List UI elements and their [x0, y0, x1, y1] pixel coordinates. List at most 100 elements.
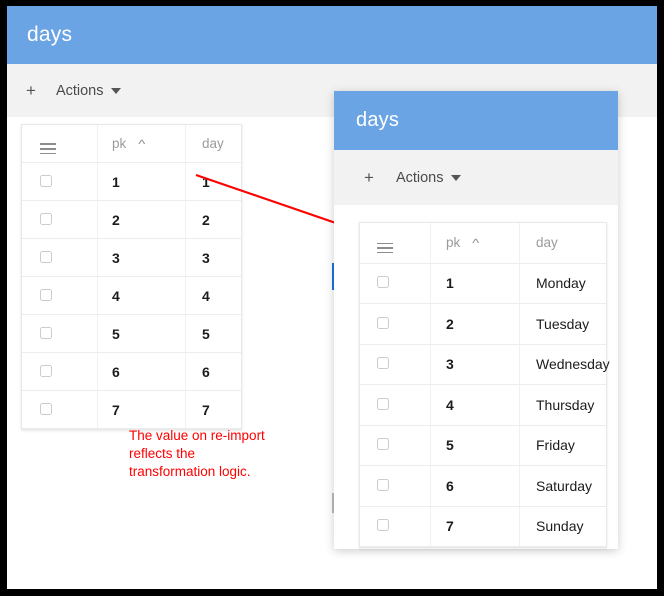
row-select-cell[interactable] — [22, 162, 98, 201]
row-select-cell[interactable] — [22, 390, 98, 429]
front-add-record-button[interactable]: + — [334, 169, 390, 186]
front-header-row: pk ^ day — [360, 223, 606, 264]
row-checkbox[interactable] — [377, 357, 389, 370]
cell-pk[interactable]: 5 — [430, 425, 520, 466]
row-checkbox[interactable] — [40, 402, 52, 415]
row-checkbox[interactable] — [40, 250, 52, 263]
cell-day[interactable]: Monday — [519, 263, 606, 304]
table-row[interactable]: 5 Friday — [360, 425, 606, 466]
front-grid-head: pk ^ day — [360, 223, 606, 264]
sort-asc-icon[interactable]: ^ — [472, 236, 479, 250]
row-select-cell[interactable] — [22, 352, 98, 391]
cell-day[interactable]: 6 — [185, 352, 241, 391]
row-select-cell[interactable] — [360, 506, 431, 547]
row-select-cell[interactable] — [22, 314, 98, 353]
table-row[interactable]: 66 — [22, 352, 241, 391]
row-checkbox[interactable] — [40, 364, 52, 377]
cell-pk[interactable]: 4 — [97, 276, 186, 315]
row-checkbox[interactable] — [377, 438, 389, 451]
actions-menu-button[interactable]: Actions — [50, 83, 127, 99]
row-select-cell[interactable] — [360, 263, 431, 304]
cell-day[interactable]: Friday — [519, 425, 606, 466]
row-checkbox[interactable] — [377, 478, 389, 491]
cell-day[interactable]: 1 — [185, 162, 241, 201]
cell-pk[interactable]: 5 — [97, 314, 186, 353]
cell-pk[interactable]: 6 — [97, 352, 186, 391]
row-select-cell[interactable] — [360, 465, 431, 507]
front-actions-menu-button[interactable]: Actions — [390, 170, 467, 186]
row-select-cell[interactable] — [22, 276, 98, 315]
row-checkbox[interactable] — [40, 326, 52, 339]
cell-day[interactable]: 3 — [185, 238, 241, 277]
front-column-label-pk: pk — [446, 235, 461, 251]
back-column-header-pk[interactable]: pk ^ — [97, 125, 186, 163]
cell-pk[interactable]: 1 — [430, 263, 520, 304]
front-data-grid: pk ^ day 1 Monday 2 Tuesday 3 Wednesday 4 Thurs… — [359, 222, 610, 548]
front-column-header-day[interactable]: day — [519, 223, 606, 264]
row-checkbox[interactable] — [377, 316, 389, 329]
cell-day[interactable]: Tuesday — [519, 303, 606, 345]
row-select-cell[interactable] — [22, 238, 98, 277]
table-row[interactable]: 55 — [22, 314, 241, 353]
add-record-button[interactable]: + — [7, 82, 50, 99]
cell-pk[interactable]: 7 — [430, 506, 520, 547]
table-row[interactable]: 44 — [22, 276, 241, 315]
back-column-header-day[interactable]: day — [185, 125, 241, 163]
row-select-cell[interactable] — [360, 303, 431, 345]
row-checkbox[interactable] — [40, 288, 52, 301]
chevron-down-icon — [450, 174, 461, 181]
row-checkbox[interactable] — [40, 174, 52, 187]
table-row[interactable]: 3 Wednesday — [360, 344, 610, 385]
actions-menu-label: Actions — [55, 82, 104, 99]
back-data-grid: pk ^ day 11223344556677 — [21, 124, 242, 430]
chevron-down-icon — [110, 87, 121, 94]
front-window-toolbar: + Actions — [334, 150, 618, 205]
table-row[interactable]: 77 — [22, 390, 241, 429]
row-checkbox[interactable] — [377, 519, 389, 532]
cell-day[interactable]: 4 — [185, 276, 241, 315]
front-grid-body: 1 Monday 2 Tuesday 3 Wednesday 4 Thursday 5 Frida… — [360, 263, 610, 547]
hamburger-menu-icon[interactable] — [377, 242, 393, 254]
cell-day[interactable]: 5 — [185, 314, 241, 353]
row-select-cell[interactable] — [360, 344, 431, 385]
table-row[interactable]: 7 Sunday — [360, 506, 606, 547]
cell-day[interactable]: 7 — [185, 390, 241, 429]
back-grid-menu-cell[interactable] — [22, 125, 98, 163]
table-row[interactable]: 1 Monday — [360, 263, 606, 304]
sort-asc-icon[interactable]: ^ — [138, 137, 145, 151]
table-row[interactable]: 22 — [22, 200, 241, 239]
cell-day[interactable]: Sunday — [519, 506, 606, 547]
row-select-cell[interactable] — [360, 425, 431, 466]
row-select-cell[interactable] — [22, 200, 98, 239]
row-checkbox[interactable] — [40, 212, 52, 225]
front-grid-menu-cell[interactable] — [360, 223, 431, 264]
row-select-cell[interactable] — [360, 384, 431, 426]
cell-pk[interactable]: 1 — [97, 162, 186, 201]
cell-pk[interactable]: 2 — [97, 200, 186, 239]
hamburger-menu-icon[interactable] — [40, 143, 56, 155]
table-row[interactable]: 33 — [22, 238, 241, 277]
cell-pk[interactable]: 7 — [97, 390, 186, 429]
cell-pk[interactable]: 3 — [97, 238, 186, 277]
back-grid-body: 11223344556677 — [22, 162, 241, 429]
row-checkbox[interactable] — [377, 397, 389, 410]
back-window-header: days — [7, 6, 657, 64]
table-row[interactable]: 11 — [22, 162, 241, 201]
cell-day[interactable]: Wednesday — [519, 344, 610, 385]
screenshot-frame: days + Actions pk ^ day 1 1 2 2 3 3 4 4 … — [0, 0, 664, 596]
table-row[interactable]: 4 Thursday — [360, 384, 606, 426]
table-row[interactable]: 2 Tuesday — [360, 303, 606, 345]
table-row[interactable]: 6 Saturday — [360, 465, 606, 507]
front-actions-menu-label: Actions — [395, 169, 444, 186]
row-checkbox[interactable] — [377, 276, 389, 289]
front-column-header-pk[interactable]: pk ^ — [430, 223, 520, 264]
cell-pk[interactable]: 6 — [430, 465, 520, 507]
cell-pk[interactable]: 2 — [430, 303, 520, 345]
cell-day[interactable]: Thursday — [519, 384, 606, 426]
cell-pk[interactable]: 4 — [430, 384, 520, 426]
back-column-label-pk: pk — [112, 136, 127, 151]
back-grid-head: pk ^ day — [22, 125, 241, 163]
cell-day[interactable]: 2 — [185, 200, 241, 239]
cell-day[interactable]: Saturday — [519, 465, 606, 507]
cell-pk[interactable]: 3 — [430, 344, 520, 385]
